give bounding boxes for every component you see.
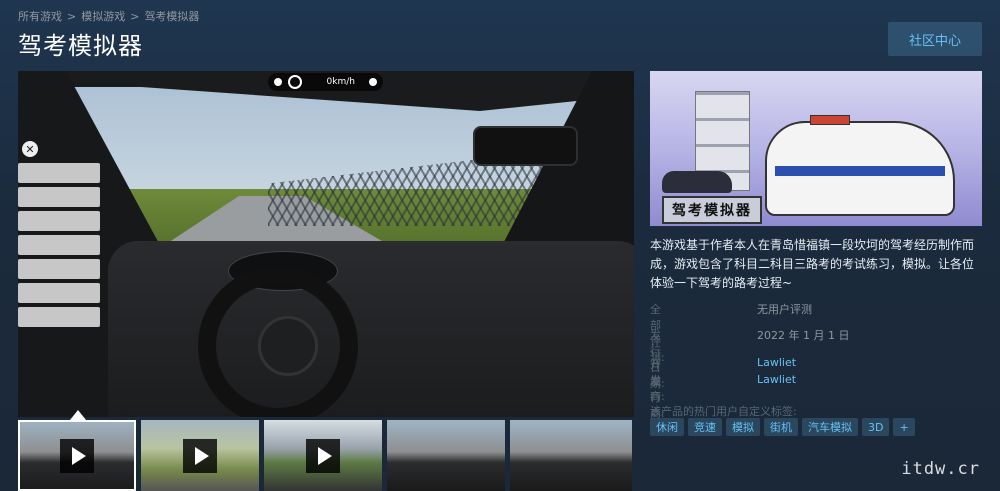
developer-link[interactable]: Lawliet <box>757 356 796 369</box>
horn-button <box>18 307 100 327</box>
light-button <box>18 235 100 255</box>
steering-wheel-hub <box>258 316 318 376</box>
rearview-mirror <box>473 126 578 166</box>
breadcrumb-simulation[interactable]: 模拟游戏 <box>81 10 125 23</box>
tag-3d[interactable]: 3D <box>862 418 890 436</box>
main-screenshot[interactable]: 0km/h ✕ <box>18 71 634 417</box>
thumbnail-video[interactable] <box>264 420 382 491</box>
thumbnail-strip <box>18 420 634 491</box>
community-hub-button[interactable]: 社区中心 <box>888 22 982 56</box>
capsule-car-stripe <box>775 166 945 176</box>
header-capsule-image: 驾考模拟器 <box>650 71 982 226</box>
publisher-link[interactable]: Lawliet <box>757 373 796 386</box>
capsule-siren-light <box>810 115 850 125</box>
light-button <box>18 163 100 183</box>
tag-simulation[interactable]: 模拟 <box>726 418 760 436</box>
tag-casual[interactable]: 休闲 <box>650 418 684 436</box>
breadcrumb-separator: > <box>67 10 77 23</box>
breadcrumb: 所有游戏 > 模拟游戏 > 驾考模拟器 <box>18 8 199 24</box>
breadcrumb-all-games[interactable]: 所有游戏 <box>18 10 62 23</box>
tag-racing[interactable]: 竞速 <box>688 418 722 436</box>
page-title: 驾考模拟器 <box>18 32 143 60</box>
hud-left-dot-icon <box>274 78 282 86</box>
watermark: itdw.cr <box>901 459 980 479</box>
capsule-sign: 驾考模拟器 <box>662 196 762 224</box>
thumbnail-video[interactable] <box>141 420 259 491</box>
hud-right-dot-icon <box>369 78 377 86</box>
light-button <box>18 259 100 279</box>
tags-list: 休闲 竞速 模拟 街机 汽车模拟 3D + <box>650 418 915 436</box>
capsule-logo-car <box>662 171 732 193</box>
breadcrumb-current[interactable]: 驾考模拟器 <box>144 10 199 23</box>
speedometer-icon <box>288 75 302 89</box>
play-icon <box>183 438 217 473</box>
tag-arcade[interactable]: 街机 <box>764 418 798 436</box>
game-side-controls <box>18 163 102 331</box>
car-dashboard <box>108 241 634 417</box>
tags-label: 该产品的热门用户自定义标签: <box>650 405 797 418</box>
hazard-button <box>18 283 100 303</box>
game-description: 本游戏基于作者本人在青岛惜福镇一段坎坷的驾考经历制作而成，游戏包含了科目二科目三… <box>650 238 975 290</box>
add-tag-button[interactable]: + <box>893 418 915 436</box>
close-icon: ✕ <box>22 141 38 157</box>
speed-hud: 0km/h <box>268 73 383 91</box>
release-date-value: 2022 年 1 月 1 日 <box>757 329 850 342</box>
tag-car-simulation[interactable]: 汽车模拟 <box>802 418 858 436</box>
thumbnail-video[interactable] <box>18 420 136 491</box>
light-button <box>18 187 100 207</box>
play-icon <box>60 438 94 473</box>
reviews-value: 无用户评测 <box>757 303 812 316</box>
thumbnail-screenshot[interactable] <box>510 420 632 491</box>
thumbnail-screenshot[interactable] <box>387 420 505 491</box>
play-icon <box>306 438 340 473</box>
speed-readout: 0km/h <box>326 77 355 87</box>
thumbnail-selected-arrow-icon <box>70 410 86 420</box>
light-button <box>18 211 100 231</box>
breadcrumb-separator: > <box>130 10 140 23</box>
